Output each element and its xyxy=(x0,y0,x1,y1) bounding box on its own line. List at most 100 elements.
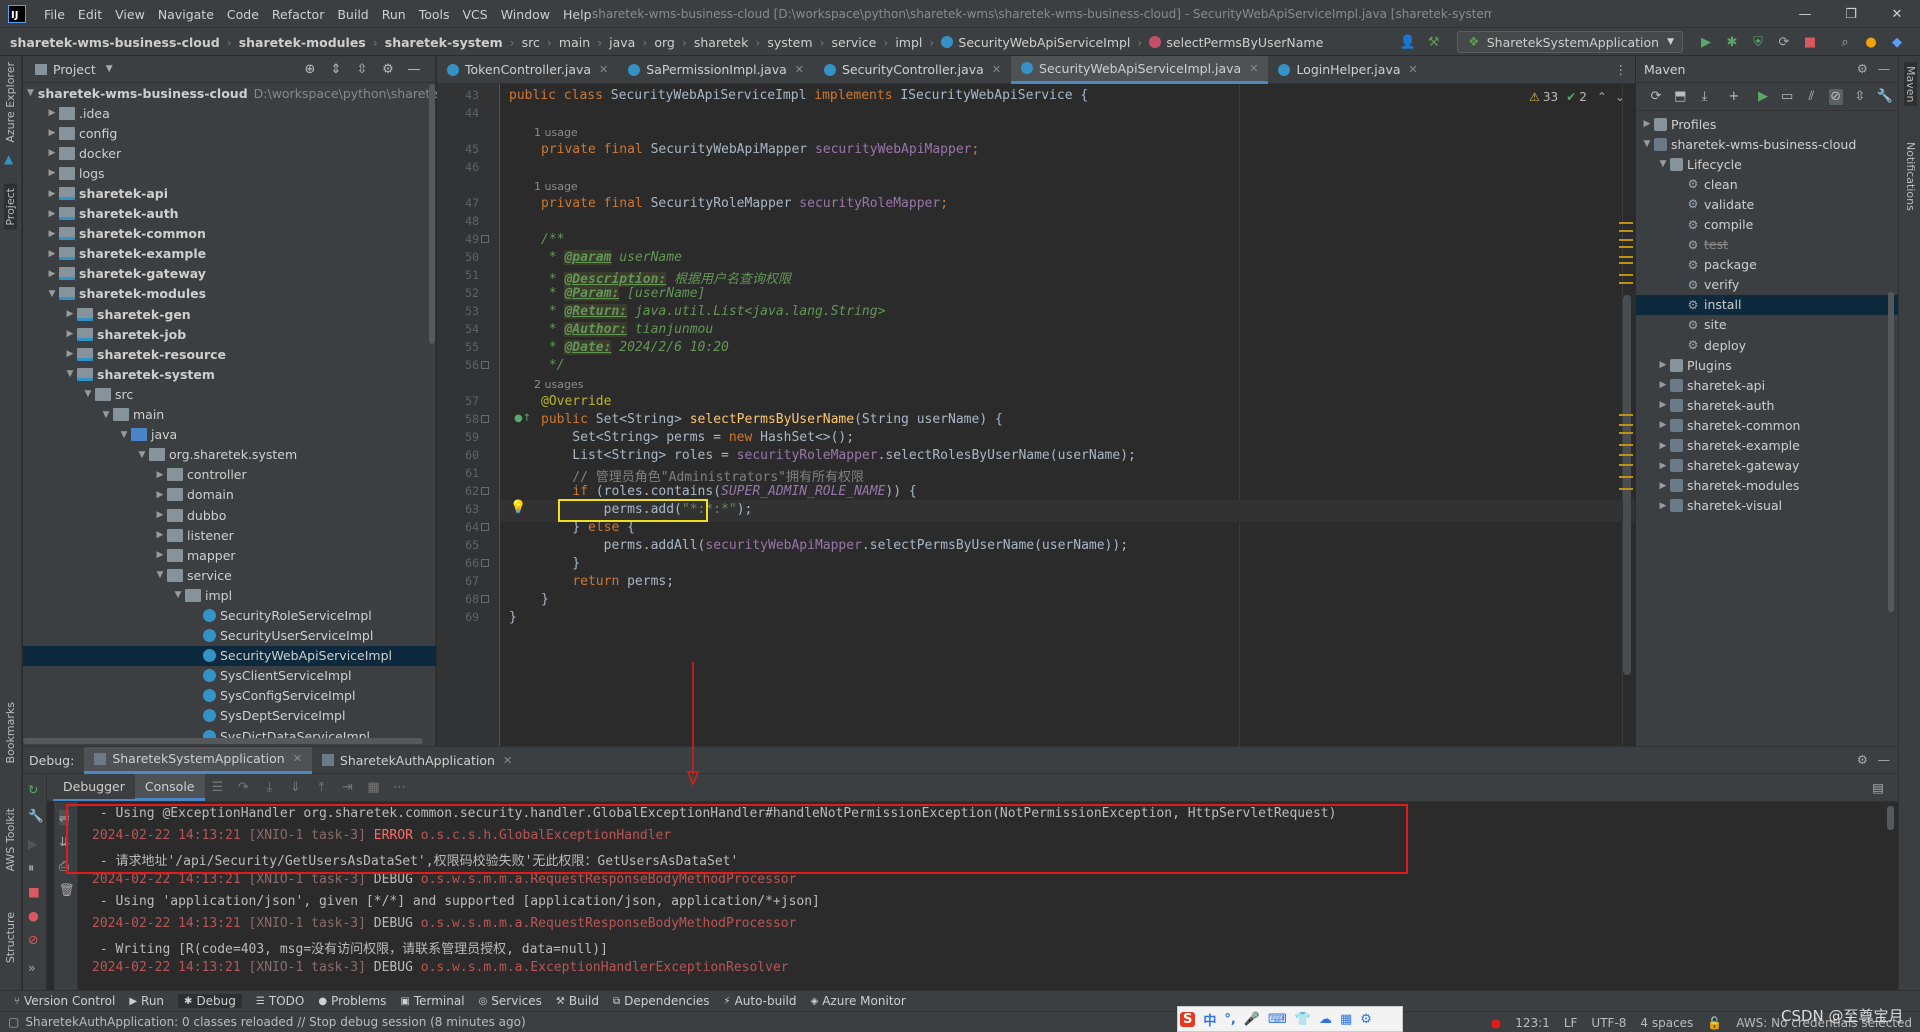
line-number[interactable]: 51 xyxy=(465,268,479,282)
hide-icon[interactable]: — xyxy=(1878,752,1891,767)
add-icon[interactable]: + xyxy=(1727,89,1741,105)
stop-icon[interactable]: ■ xyxy=(1802,34,1818,50)
menu-icon[interactable]: ☰ xyxy=(210,780,226,796)
code-editor[interactable]: 43 44 45 46 47 48 49 50 51 52 53 54 55 56 57 58 59 60 61 62… xyxy=(437,84,1635,746)
maven-tree-item[interactable]: ⚙ deploy xyxy=(1636,335,1898,355)
chevron-down-icon[interactable]: ▼ xyxy=(135,450,149,460)
tool-problems[interactable]: ● Problems xyxy=(318,994,386,1008)
fold-marker-icon[interactable] xyxy=(481,415,489,423)
apps-icon[interactable]: ▦ xyxy=(1340,1012,1352,1027)
stripe-aws-toolkit[interactable]: AWS Toolkit xyxy=(4,808,17,871)
menu-run[interactable]: Run xyxy=(382,7,406,22)
run-icon[interactable]: ▶ xyxy=(1698,34,1714,50)
chevron-down-icon[interactable]: ⌄ xyxy=(1615,90,1625,104)
project-scrollbar[interactable] xyxy=(429,84,435,344)
chevron-right-icon[interactable]: ▶ xyxy=(153,550,167,560)
profile-icon[interactable]: ⟳ xyxy=(1776,34,1792,50)
breadcrumb-item[interactable]: impl xyxy=(895,35,922,50)
close-icon[interactable]: ✕ xyxy=(795,63,804,76)
warning-stripe-marker[interactable] xyxy=(1619,464,1633,466)
line-number[interactable]: 44 xyxy=(465,106,479,120)
close-icon[interactable]: ✕ xyxy=(503,754,512,767)
collapse-all-icon[interactable]: ⇳ xyxy=(354,61,370,77)
project-tree-item[interactable]: ▶ listener xyxy=(23,525,436,545)
menu-edit[interactable]: Edit xyxy=(78,7,102,22)
project-tree-item[interactable]: SysDeptServiceImpl xyxy=(23,706,436,726)
chevron-right-icon[interactable]: ▶ xyxy=(153,510,167,520)
chevron-right-icon[interactable]: ▶ xyxy=(63,309,77,319)
chevron-down-icon[interactable]: ▼ xyxy=(171,590,185,600)
stripe-maven[interactable]: Maven xyxy=(1904,62,1917,107)
tool-run[interactable]: ▶ Run xyxy=(129,994,164,1008)
expand-all-icon[interactable]: ⇕ xyxy=(328,61,344,77)
warning-stripe-marker[interactable] xyxy=(1619,476,1633,478)
sogou-icon[interactable]: S xyxy=(1180,1011,1196,1027)
project-tree-item[interactable]: ▶ logs xyxy=(23,163,436,183)
chevron-right-icon[interactable]: ▶ xyxy=(45,148,59,158)
chevron-down-icon[interactable]: ▼ xyxy=(45,289,59,299)
breadcrumb-item[interactable]: java xyxy=(609,35,635,50)
maven-tree-item[interactable]: ⚙ clean xyxy=(1636,174,1898,194)
lock-icon[interactable]: 🔓 xyxy=(1707,1016,1722,1030)
maven-tree-item[interactable]: ▶ Profiles xyxy=(1636,114,1898,134)
status-message[interactable]: SharetekAuthApplication: 0 classes reloa… xyxy=(25,1015,525,1029)
warning-stripe-marker[interactable] xyxy=(1619,262,1633,264)
tab-token-controller[interactable]: TokenController.java ✕ xyxy=(437,56,618,84)
fold-marker-icon[interactable] xyxy=(481,595,489,603)
maven-tree-item[interactable]: ▶ sharetek-example xyxy=(1636,436,1898,456)
chevron-right-icon[interactable]: ▶ xyxy=(45,229,59,239)
warning-stripe-marker[interactable] xyxy=(1619,222,1633,224)
chevron-right-icon[interactable]: ▶ xyxy=(1656,441,1670,451)
locate-icon[interactable]: ⊕ xyxy=(302,61,318,77)
project-tree-item[interactable]: ▶ config xyxy=(23,123,436,143)
search-icon[interactable]: ⌕ xyxy=(1837,34,1853,50)
project-tree-item[interactable]: ▶ sharetek-gateway xyxy=(23,264,436,284)
generate-sources-icon[interactable]: ⬒ xyxy=(1673,89,1687,105)
chevron-right-icon[interactable]: ▶ xyxy=(45,209,59,219)
layout-icon[interactable]: ▤ xyxy=(1872,780,1884,795)
resume-icon[interactable]: ▶ xyxy=(28,836,38,851)
build-hammer-icon[interactable]: ⚒ xyxy=(1426,34,1442,50)
tool-terminal[interactable]: ▣ Terminal xyxy=(400,994,464,1008)
warning-stripe-marker[interactable] xyxy=(1619,414,1633,416)
chevron-down-icon[interactable]: ▼ xyxy=(1640,139,1654,149)
tab-login-helper[interactable]: LoginHelper.java ✕ xyxy=(1268,56,1427,84)
project-tree-item[interactable]: ▶ domain xyxy=(23,485,436,505)
close-icon[interactable]: ✕ xyxy=(992,63,1001,76)
tool-version-control[interactable]: ⑂ Version Control xyxy=(14,994,115,1008)
debug-session-system[interactable]: SharetekSystemApplication ✕ xyxy=(84,746,312,774)
line-number[interactable]: 52 xyxy=(465,286,479,300)
line-number[interactable]: 54 xyxy=(465,322,479,336)
run-configuration-select[interactable]: ❖ SharetekSystemApplication ▼ xyxy=(1456,31,1683,53)
project-tree-item[interactable]: ▼ sharetek-system xyxy=(23,364,436,384)
line-number[interactable]: 69 xyxy=(465,610,479,624)
warning-stripe-marker[interactable] xyxy=(1619,256,1633,258)
menu-view[interactable]: View xyxy=(115,7,145,22)
project-tree-item[interactable]: ▶ .idea xyxy=(23,103,436,123)
project-tree-item[interactable]: ▶ controller xyxy=(23,465,436,485)
breadcrumb-item[interactable]: system xyxy=(767,35,812,50)
fold-marker-icon[interactable] xyxy=(481,361,489,369)
line-number[interactable]: 56 xyxy=(465,358,479,372)
maven-tree-item[interactable]: ⚙ verify xyxy=(1636,275,1898,295)
maven-tree-item[interactable]: ⚙ test xyxy=(1636,235,1898,255)
warning-stripe-marker[interactable] xyxy=(1619,282,1633,284)
warning-stripe-marker[interactable] xyxy=(1619,444,1633,446)
menu-vcs[interactable]: VCS xyxy=(463,7,488,22)
hide-icon[interactable]: — xyxy=(1878,61,1891,76)
ime-mode[interactable]: 中 xyxy=(1203,1010,1216,1029)
toggle-offline-icon[interactable]: ⫽ xyxy=(1804,89,1818,105)
chevron-right-icon[interactable]: ▶ xyxy=(1640,119,1654,129)
chevron-right-icon[interactable]: ▶ xyxy=(1656,461,1670,471)
run-icon[interactable]: ▶ xyxy=(1756,89,1770,105)
debug-session-auth[interactable]: SharetekAuthApplication ✕ xyxy=(312,747,522,774)
line-number[interactable]: 59 xyxy=(465,430,479,444)
breadcrumb-item[interactable]: selectPermsByUserName xyxy=(1166,35,1323,50)
chevron-down-icon[interactable]: ▼ xyxy=(81,389,95,399)
force-step-into-icon[interactable]: ⇓ xyxy=(288,780,304,796)
warning-stripe-marker[interactable] xyxy=(1619,432,1633,434)
clear-icon[interactable]: 🗑 xyxy=(59,882,75,898)
step-over-icon[interactable]: ↷ xyxy=(236,780,252,796)
project-tree-item[interactable]: SecurityUserServiceImpl xyxy=(23,626,436,646)
warning-stripe-marker[interactable] xyxy=(1619,424,1633,426)
